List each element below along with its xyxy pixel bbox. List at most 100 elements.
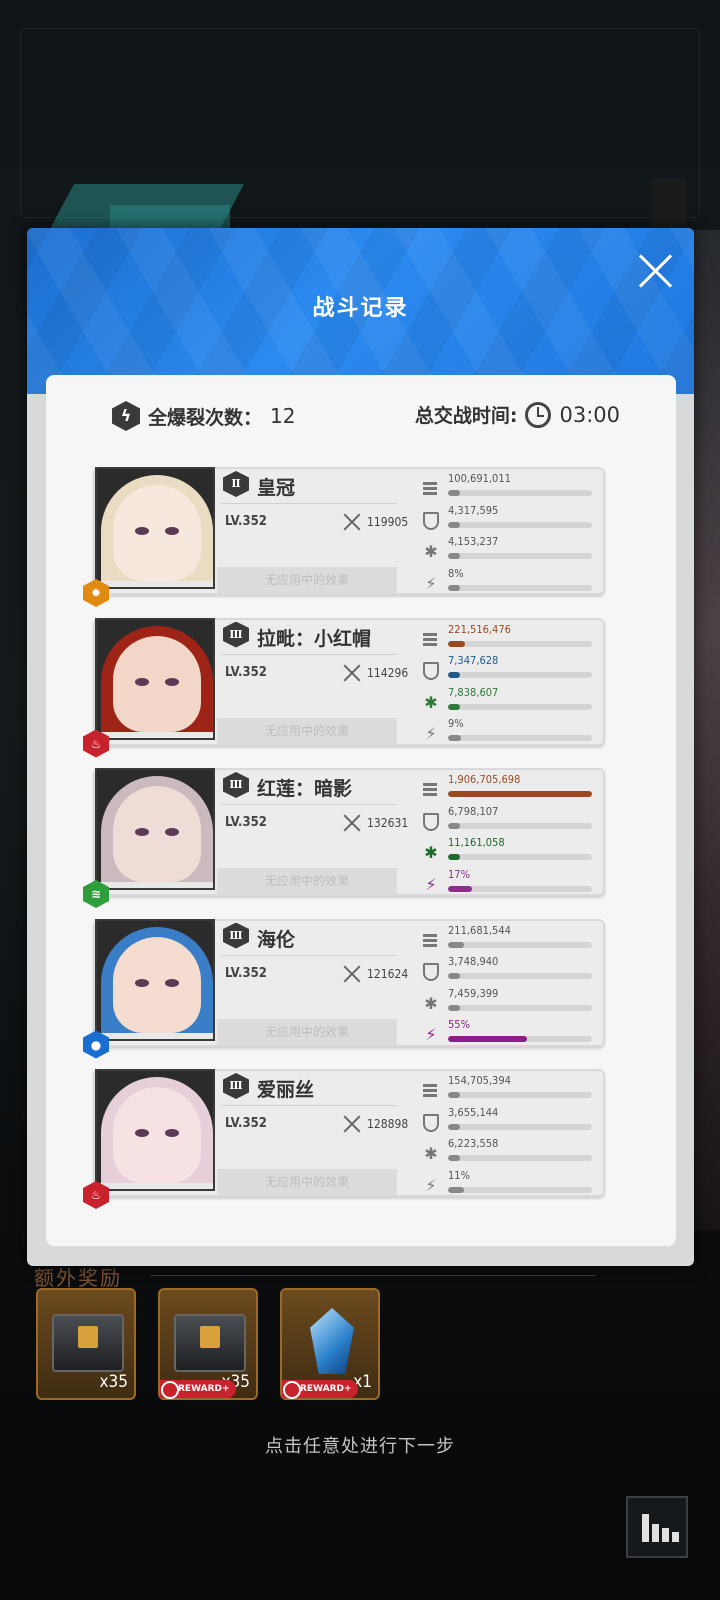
battery-bolt-icon: ⚡ bbox=[425, 573, 437, 593]
stat-value: 9% bbox=[448, 717, 464, 730]
stat-burst: ⚡ 9% bbox=[421, 717, 601, 748]
stat-value: 6,223,558 bbox=[448, 1137, 499, 1150]
combat-power: 128898 bbox=[367, 1117, 409, 1131]
stat-bar-fill bbox=[448, 490, 460, 496]
heal-asterisk-icon: ✱ bbox=[424, 542, 438, 561]
stat-bar-fill bbox=[448, 1092, 460, 1098]
stat-value: 211,681,544 bbox=[448, 923, 511, 937]
damage-icon bbox=[421, 479, 441, 499]
unit-level: LV.352 bbox=[225, 965, 267, 981]
combat-power: 121624 bbox=[367, 966, 409, 981]
stat-bar-fill bbox=[448, 703, 460, 710]
unit-row: ≋ Ⅲ 红莲：暗影 LV.352 132631 无应用中的效果 1,906,70… bbox=[83, 768, 653, 908]
stat-bar-fill bbox=[448, 1123, 460, 1130]
next-step-hint[interactable]: 点击任意处进行下一步 bbox=[0, 1432, 720, 1458]
reward-item[interactable]: x35 bbox=[36, 1288, 136, 1400]
stat-bar bbox=[448, 1155, 592, 1161]
stat-bar-fill bbox=[448, 941, 464, 948]
stat-value: 11% bbox=[448, 1168, 470, 1182]
stat-burst: ⚡ 55% bbox=[421, 1018, 601, 1049]
stat-shield: 4,317,595 bbox=[421, 504, 601, 535]
stat-heal: ✱ 4,153,237 bbox=[421, 535, 601, 566]
stat-shield: 6,798,107 bbox=[421, 804, 601, 836]
damage-icon bbox=[421, 780, 441, 800]
stat-bar-fill bbox=[448, 640, 466, 647]
stat-damage: 154,705,394 bbox=[421, 1074, 601, 1105]
unit-row: ● Ⅲ 海伦 LV.352 121624 无应用中的效果 211,681,544… bbox=[83, 918, 653, 1059]
battle-time-value: 03:00 bbox=[559, 402, 620, 427]
stat-bar-fill bbox=[448, 1004, 460, 1011]
effect-status: 无应用中的效果 bbox=[217, 1169, 397, 1195]
summary-row: ϟ 全爆裂次数： 12 总交战时间: 03:00 bbox=[46, 375, 676, 455]
battle-record-modal: 战斗记录 ϟ 全爆裂次数： 12 总交战时间: 03:00 ✹ Ⅱ 皇冠 LV.… bbox=[27, 228, 694, 1266]
stat-bar-fill bbox=[448, 1155, 460, 1161]
bar-chart-icon[interactable] bbox=[626, 1496, 688, 1558]
stat-value: 4,153,237 bbox=[448, 535, 499, 548]
close-icon[interactable] bbox=[636, 251, 676, 291]
unit-portrait bbox=[95, 617, 215, 740]
crossed-swords-icon bbox=[343, 814, 361, 832]
stat-value: 7,838,607 bbox=[448, 685, 499, 699]
unit-portrait bbox=[95, 467, 215, 589]
crossed-swords-icon bbox=[343, 965, 361, 983]
combat-power: 132631 bbox=[367, 816, 409, 830]
stat-value: 11,161,058 bbox=[448, 836, 505, 849]
unit-row: ♨ Ⅲ 拉毗：小红帽 LV.352 114296 无应用中的效果 221,516… bbox=[83, 617, 653, 758]
stat-bar-fill bbox=[448, 1036, 528, 1042]
stat-value: 221,516,476 bbox=[448, 622, 511, 636]
stat-bar-fill bbox=[448, 791, 592, 797]
divider bbox=[221, 1105, 397, 1106]
crossed-swords-icon bbox=[343, 513, 361, 531]
stat-bar bbox=[448, 791, 592, 797]
stat-value: 55% bbox=[448, 1018, 470, 1031]
unit-row: ✹ Ⅱ 皇冠 LV.352 119905 无应用中的效果 100,691,011… bbox=[83, 467, 653, 607]
divider bbox=[221, 653, 397, 655]
stat-bar bbox=[448, 1123, 592, 1130]
stat-value: 1,906,705,698 bbox=[448, 773, 521, 786]
stat-value: 100,691,011 bbox=[448, 472, 511, 485]
supply-crate-icon bbox=[52, 1314, 124, 1372]
stat-value: 7,347,628 bbox=[448, 654, 499, 667]
stat-bar bbox=[448, 854, 592, 860]
stat-value: 17% bbox=[448, 867, 470, 881]
damage-icon bbox=[421, 1081, 441, 1101]
lightning-hex-icon: ϟ bbox=[112, 401, 140, 431]
shield-icon bbox=[423, 662, 439, 680]
battery-bolt-icon: ⚡ bbox=[425, 1175, 437, 1195]
stat-damage: 221,516,476 bbox=[421, 622, 601, 654]
stat-bar bbox=[448, 1092, 592, 1098]
heal-asterisk-icon: ✱ bbox=[424, 993, 438, 1013]
stat-damage: 100,691,011 bbox=[421, 472, 601, 503]
stat-value: 6,798,107 bbox=[448, 804, 499, 818]
stat-bar-fill bbox=[448, 885, 473, 892]
combat-power: 119905 bbox=[367, 515, 409, 529]
unit-portrait bbox=[95, 768, 215, 890]
stat-damage: 211,681,544 bbox=[421, 923, 601, 955]
unit-level: LV.352 bbox=[225, 664, 267, 680]
effect-status: 无应用中的效果 bbox=[217, 1018, 397, 1045]
screen: { "modal": { "title": "战斗记录", "close_ico… bbox=[0, 0, 720, 1600]
unit-name: 海伦 bbox=[257, 928, 296, 951]
battle-time-label: 总交战时间: bbox=[414, 405, 518, 427]
reward-plus-tag: REWARD+ bbox=[282, 1380, 358, 1399]
reward-item[interactable]: x35 REWARD+ bbox=[158, 1288, 258, 1400]
crystal-icon bbox=[310, 1308, 354, 1374]
divider bbox=[150, 1275, 595, 1276]
shield-icon bbox=[423, 1113, 439, 1132]
reward-count: x35 bbox=[99, 1372, 128, 1392]
stat-burst: ⚡ 8% bbox=[421, 567, 601, 598]
heal-asterisk-icon: ✱ bbox=[424, 843, 438, 862]
stat-bar-fill bbox=[448, 973, 460, 979]
damage-icon bbox=[421, 630, 441, 650]
stat-shield: 3,748,940 bbox=[421, 955, 601, 986]
stat-bar-fill bbox=[448, 584, 460, 591]
rewards-list: x35 x35 REWARD+ x1 REWARD+ bbox=[36, 1288, 380, 1400]
reward-item[interactable]: x1 REWARD+ bbox=[280, 1288, 380, 1400]
stat-bar bbox=[448, 822, 592, 829]
stat-bar bbox=[448, 973, 592, 979]
stat-bar-fill bbox=[448, 521, 460, 528]
stat-bar bbox=[448, 490, 592, 496]
heal-asterisk-icon: ✱ bbox=[424, 692, 438, 712]
battle-time-summary: 总交战时间: 03:00 bbox=[415, 401, 620, 428]
unit-level: LV.352 bbox=[225, 1116, 267, 1131]
